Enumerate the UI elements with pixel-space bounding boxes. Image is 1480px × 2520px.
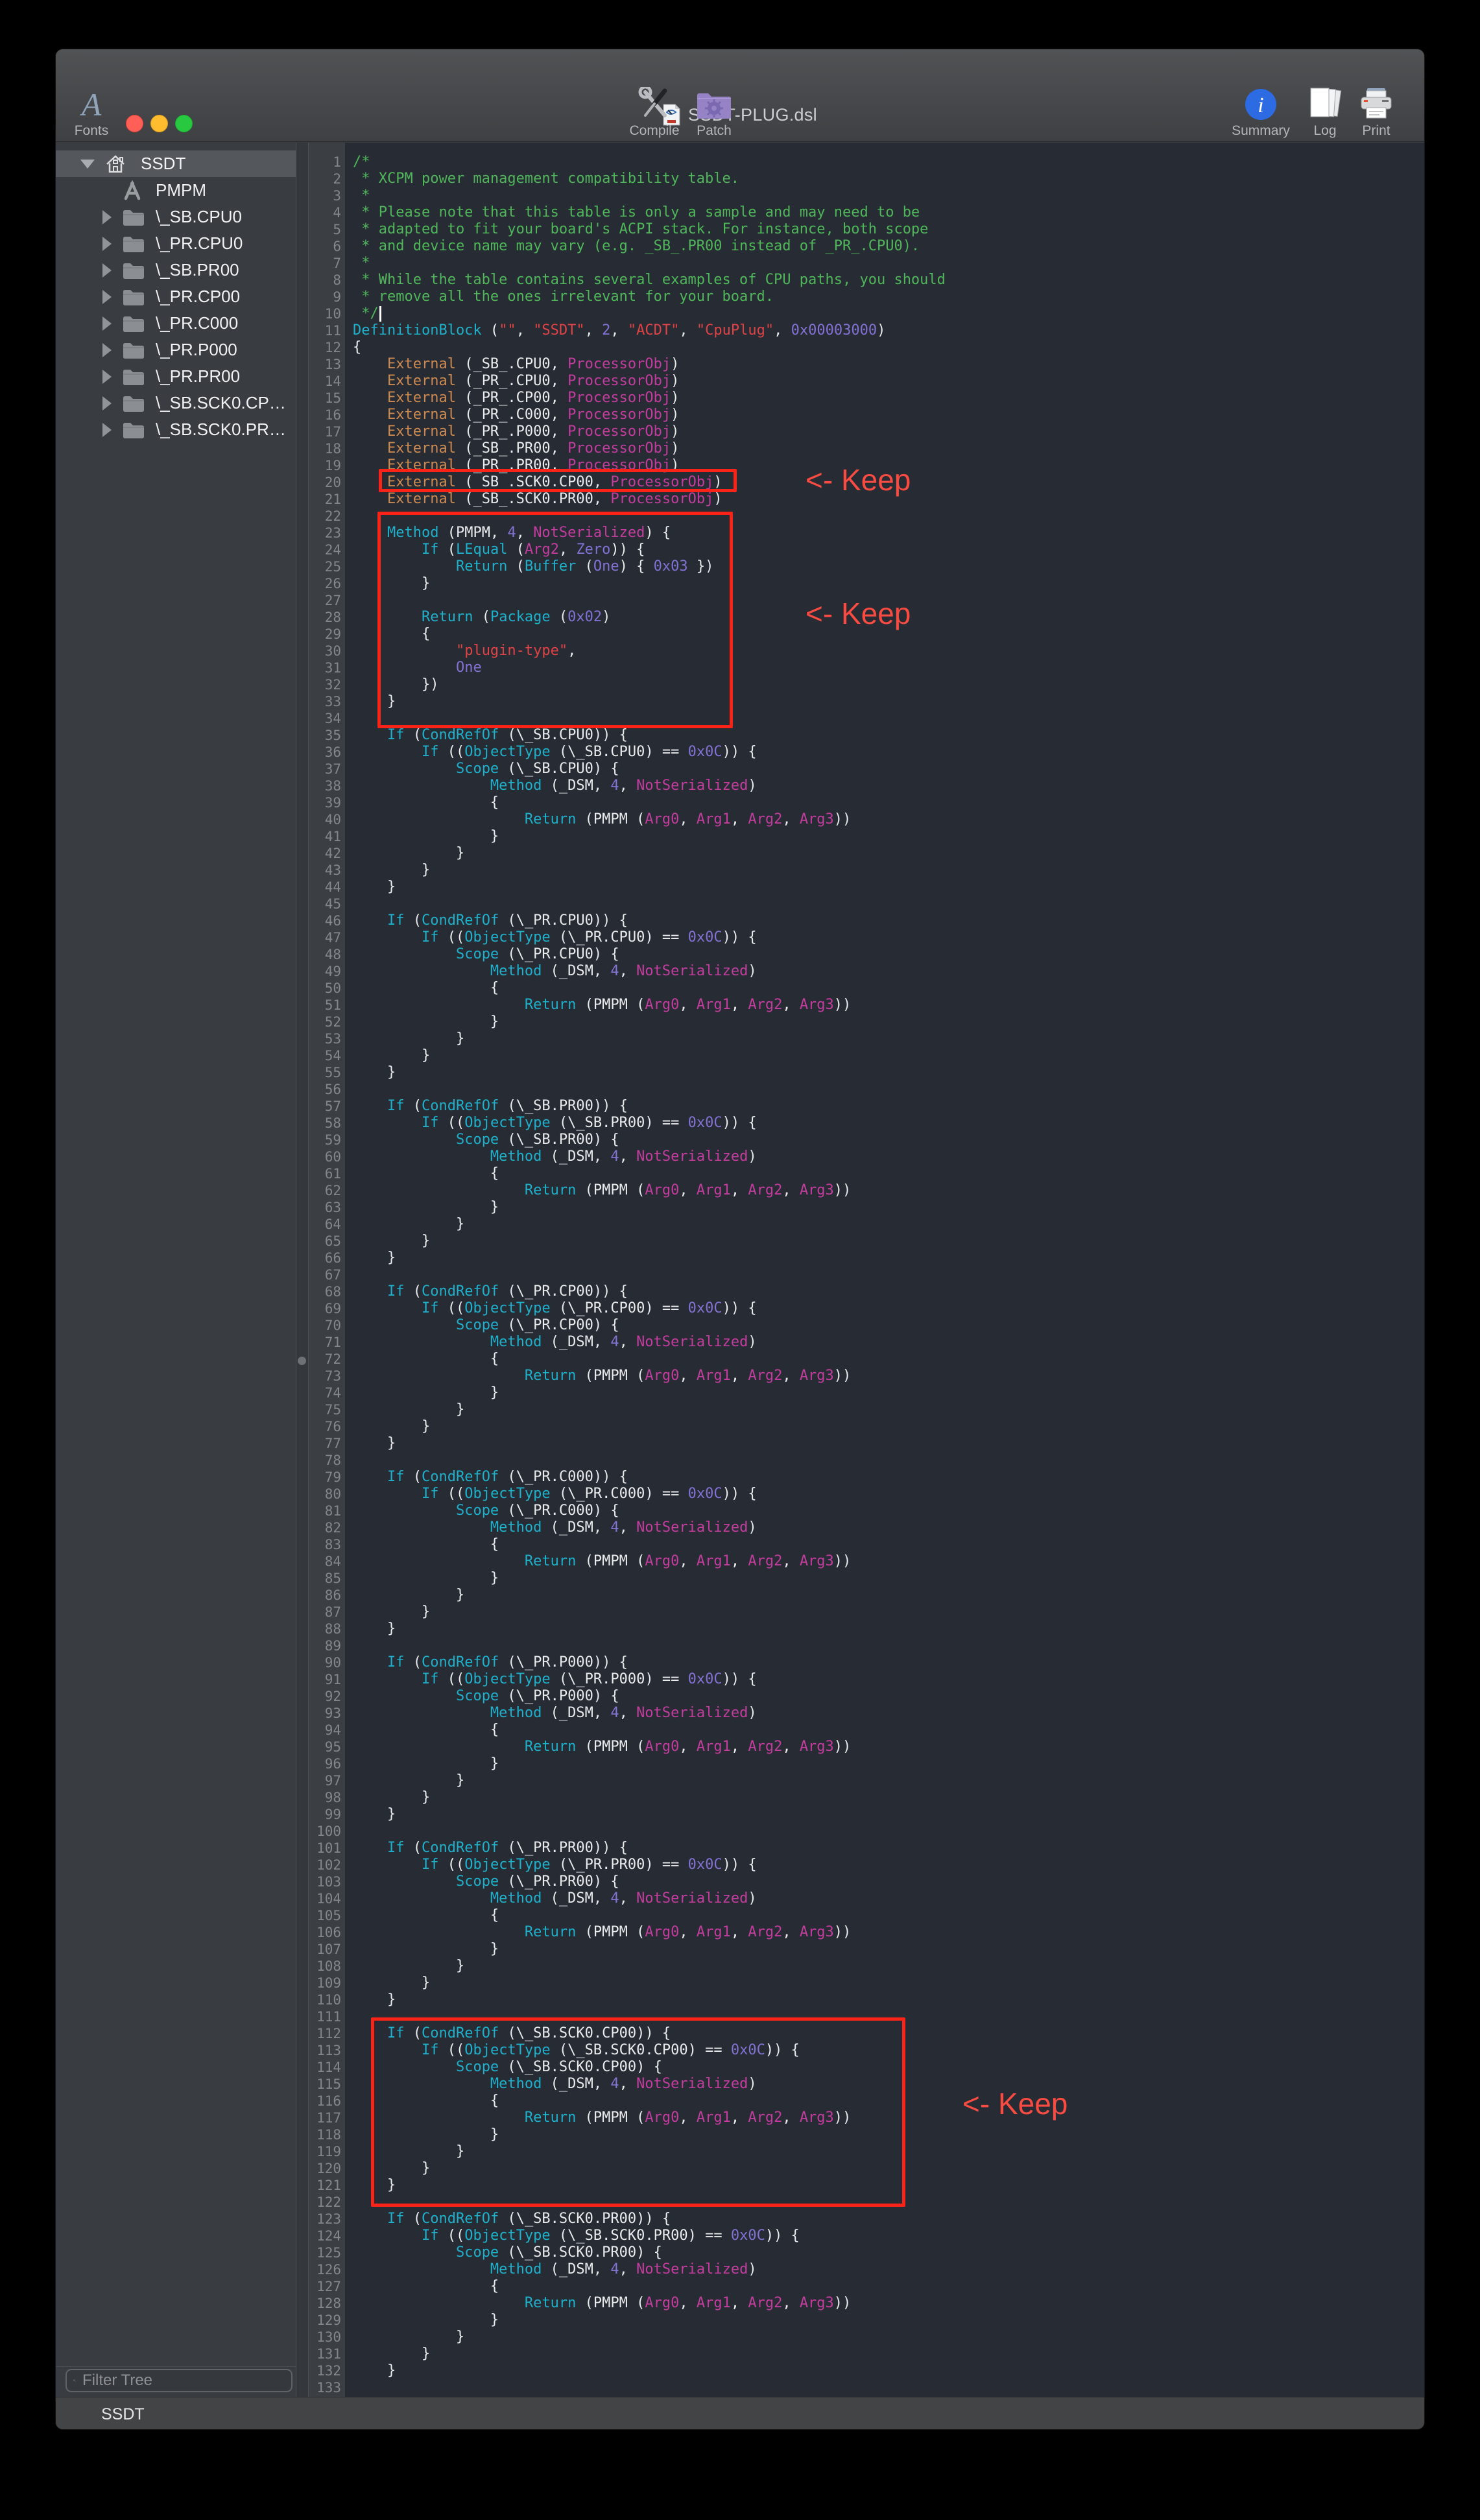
patch-folder-icon [695, 89, 733, 121]
content-area: SSDT PMPM \_SB.CPU0 [56, 143, 1425, 2397]
folder-icon [122, 235, 144, 253]
folder-icon [122, 394, 144, 412]
sidebar-item-pr-cpu0[interactable]: \_PR.CPU0 [56, 230, 296, 257]
patch-label: Patch [665, 123, 763, 139]
tree-item-label: SSDT [141, 154, 185, 174]
sidebar-item-sb-cpu0[interactable]: \_SB.CPU0 [56, 204, 296, 230]
fonts-label: Fonts [55, 123, 140, 139]
tree-item-label: \_PR.PR00 [156, 366, 240, 386]
filter-tree-field[interactable] [66, 2369, 292, 2392]
sidebar-item-pr-cp00[interactable]: \_PR.CP00 [56, 283, 296, 310]
disclosure-triangle-icon[interactable] [102, 316, 112, 331]
disclosure-triangle-icon[interactable] [80, 160, 95, 169]
disclosure-triangle-icon[interactable] [102, 423, 112, 437]
sidebar-item-ssdt-root[interactable]: SSDT [56, 150, 296, 177]
disclosure-triangle-icon[interactable] [102, 210, 112, 224]
tree-item-label: \_SB.CPU0 [156, 207, 242, 227]
maciasl-window: SSDT-PLUG.dsl A Fonts Compile [55, 49, 1425, 2430]
disclosure-triangle-icon[interactable] [102, 396, 112, 410]
tree-item-label: \_PR.CPU0 [156, 233, 243, 254]
folder-icon [122, 261, 144, 279]
sidebar-item-sb-pr00[interactable]: \_SB.PR00 [56, 257, 296, 283]
tree-item-label: \_PR.C000 [156, 313, 238, 333]
tree-item-label: \_SB.PR00 [156, 260, 239, 280]
disclosure-triangle-icon[interactable] [102, 263, 112, 278]
folder-icon [122, 421, 144, 439]
disclosure-triangle-icon[interactable] [102, 290, 112, 304]
print-icon [1359, 87, 1394, 121]
folder-icon [122, 368, 144, 386]
method-icon [121, 180, 143, 201]
sidebar-item-pr-pr00[interactable]: \_PR.PR00 [56, 363, 296, 390]
sidebar-item-pr-p000[interactable]: \_PR.P000 [56, 337, 296, 363]
window-chrome: SSDT-PLUG.dsl A Fonts Compile [56, 49, 1424, 142]
folder-icon [122, 315, 144, 333]
status-bar: SSDT [56, 2397, 1425, 2430]
tree-item-label: \_PR.P000 [156, 340, 237, 360]
fonts-icon: A [82, 88, 102, 121]
tree-item-label: \_SB.SCK0.CP… [156, 393, 286, 413]
tree-item-label: PMPM [156, 180, 206, 200]
disclosure-triangle-icon[interactable] [102, 370, 112, 384]
sidebar-filter-separator [56, 2366, 296, 2367]
line-number-gutter: 1234567891011121314151617181920212223242… [309, 143, 345, 2397]
fonts-button[interactable]: A Fonts [55, 86, 140, 140]
print-label: Print [1328, 123, 1425, 139]
tree-item-label: \_SB.SCK0.PR… [156, 420, 286, 440]
search-icon [73, 2373, 76, 2388]
filter-tree-input[interactable] [81, 2371, 285, 2390]
sidebar-item-pmpm[interactable]: PMPM [56, 177, 296, 204]
sidebar-item-pr-c000[interactable]: \_PR.C000 [56, 310, 296, 337]
status-path: SSDT [101, 2405, 145, 2424]
folder-icon [122, 341, 144, 359]
patch-button[interactable]: Patch [665, 86, 763, 140]
sidebar-item-sb-sck0-pr00[interactable]: \_SB.SCK0.PR… [56, 416, 296, 443]
disclosure-triangle-icon[interactable] [102, 237, 112, 251]
summary-info-icon: i [1245, 88, 1277, 121]
home-icon [104, 154, 126, 174]
folder-icon [122, 288, 144, 306]
folder-icon [122, 208, 144, 226]
keep-annotation-label: <- Keep [962, 2087, 1068, 2121]
print-button[interactable]: Print [1328, 86, 1425, 140]
sidebar-tree: SSDT PMPM \_SB.CPU0 [56, 143, 296, 2397]
svg-text:i: i [1258, 93, 1263, 117]
code-editor[interactable]: 1234567891011121314151617181920212223242… [309, 143, 1425, 2397]
disclosure-triangle-icon[interactable] [102, 343, 112, 357]
split-divider[interactable] [296, 143, 309, 2397]
sidebar-item-sb-sck0-cp00[interactable]: \_SB.SCK0.CP… [56, 390, 296, 416]
tree-item-label: \_PR.CP00 [156, 287, 240, 307]
code-lines: /* * XCPM power management compatibility… [353, 154, 946, 2397]
split-divider-handle[interactable] [298, 1357, 306, 1365]
